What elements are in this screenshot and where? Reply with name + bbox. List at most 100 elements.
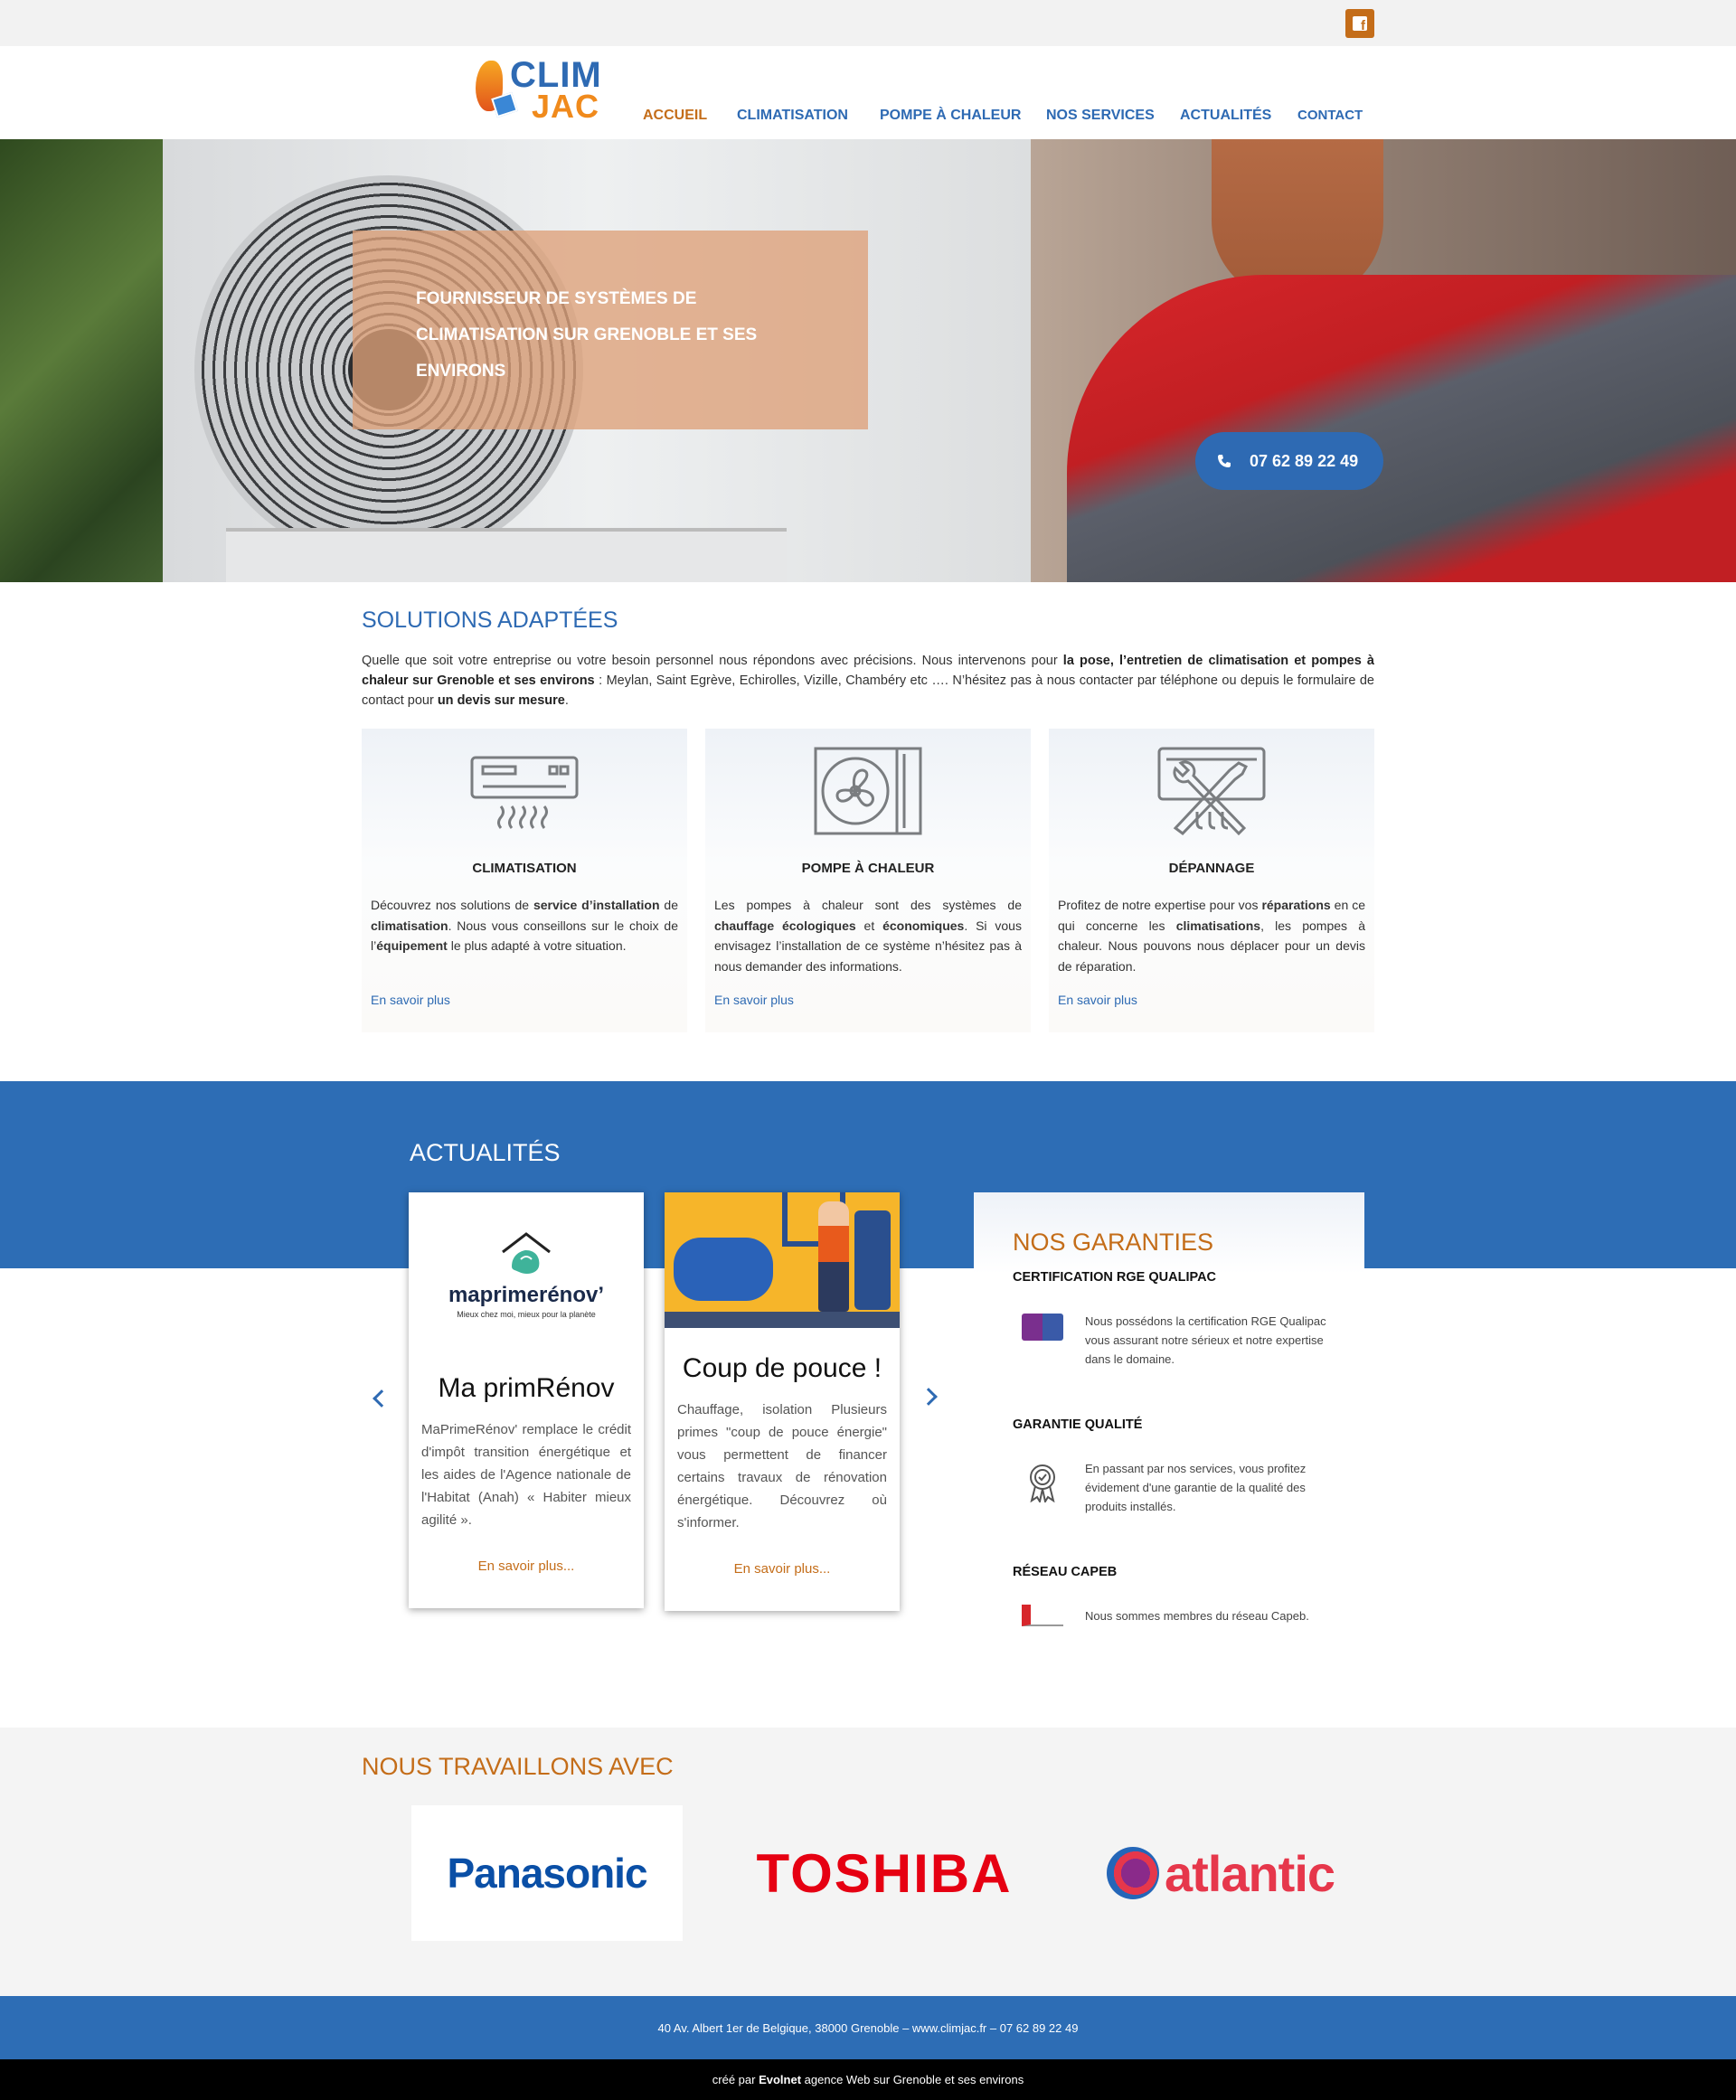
nav-climatisation[interactable]: CLIMATISATION [737,108,848,124]
capeb-logo-icon [1022,1605,1063,1626]
desc-bold: réparations [1261,898,1331,912]
intro-text-3: . [564,693,569,708]
desc-text: Découvrez nos solutions de [371,898,533,912]
news-title: Coup de pouce ! [682,1353,882,1383]
solutions-intro: Quelle que soit votre entreprise ou votr… [362,651,1374,711]
climjac-logo[interactable]: CLIM JAC [476,53,611,127]
partner-logo-toshiba: TOSHIBA [749,1805,1020,1941]
coup-de-pouce-illustration [665,1192,900,1328]
footer-spacer [0,1983,1736,1996]
hero-technician [1067,275,1736,582]
news-card-coup-de-pouce: Coup de pouce ! Chauffage, isolation Plu… [665,1192,900,1611]
toshiba-wordmark: TOSHIBA [756,1842,1013,1904]
garantie-heading: RÉSEAU CAPEB [1013,1565,1118,1579]
illustration-floor [665,1312,900,1328]
card-link-en-savoir-plus[interactable]: En savoir plus [714,993,794,1007]
actualites-section: ACTUALITÉS maprimerénov’ Mieux chez moi,… [0,1081,1736,1728]
card-title: CLIMATISATION [472,861,577,876]
garantie-desc: Nous sommes membres du réseau Capeb. [1085,1609,1309,1623]
actualites-title: ACTUALITÉS [410,1139,561,1166]
partners-section: NOUS TRAVAILLONS AVEC Panasonic TOSHIBA … [0,1728,1736,1983]
garantie-desc: En passant par nos services, vous profit… [1085,1462,1307,1513]
hero-caption-text: FOURNISSEUR DE SYSTÈMES DE CLIMATISATION… [416,289,758,381]
maprimerenov-wordmark: maprimerénov’ [448,1283,605,1307]
desc-bold: service d’installation [533,898,660,912]
maprimerenov-logo: maprimerénov’ Mieux chez moi, mieux pour… [409,1192,644,1328]
partners-title: NOUS TRAVAILLONS AVEC [362,1753,674,1780]
top-bar [0,0,1736,46]
nav-contact[interactable]: CONTACT [1297,108,1363,123]
news-desc: MaPrimeRénov' remplace le crédit d'impôt… [421,1422,631,1528]
phone-icon [1218,455,1231,467]
news-read-more-link[interactable]: En savoir plus... [665,1561,900,1577]
card-desc: Profitez de notre expertise pour vos rép… [1058,895,1365,976]
desc-bold: climatisation [371,918,448,933]
news-desc: Chauffage, isolation Plusieurs primes "c… [677,1402,887,1530]
service-card-depannage: DÉPANNAGE Profitez de notre expertise po… [1049,729,1374,1032]
carousel-prev-arrow-icon[interactable] [373,1389,391,1408]
garanties-title: NOS GARANTIES [1013,1229,1214,1256]
illustration-plumber [818,1201,849,1312]
carousel-next-arrow-icon[interactable] [920,1388,938,1406]
credit-text: agence Web sur Grenoble et ses environs [801,2073,1024,2086]
illustration-boiler [854,1210,891,1310]
illustration-tank [674,1238,773,1301]
card-title: POMPE À CHALEUR [801,861,935,876]
heat-pump-fan-icon [814,747,922,835]
atlantic-ring-icon [1106,1847,1159,1899]
garantie-rge-qualipac: CERTIFICATION RGE QUALIPAC Nous possédon… [1013,1270,1356,1366]
garantie-qualite: GARANTIE QUALITÉ En passant par nos serv… [1013,1417,1356,1513]
tools-repair-icon [1157,747,1266,836]
air-conditioner-icon [470,756,579,829]
news-title: Ma primRénov [438,1373,615,1403]
desc-bold: climatisations [1175,918,1261,933]
news-card-maprimerenov: maprimerénov’ Mieux chez moi, mieux pour… [409,1192,644,1608]
credit-brand-link[interactable]: Evolnet [759,2073,801,2086]
garantie-heading: CERTIFICATION RGE QUALIPAC [1013,1270,1217,1285]
footer-credit: créé par Evolnet agence Web sur Grenoble… [712,2073,1024,2086]
site-header: CLIM JAC ACCUEIL CLIMATISATION POMPE À C… [0,46,1736,139]
card-title: DÉPANNAGE [1168,861,1255,876]
card-link-en-savoir-plus[interactable]: En savoir plus [1058,993,1137,1007]
nav-actualites[interactable]: ACTUALITÉS [1180,108,1271,124]
intro-bold-2: un devis sur mesure [437,693,565,708]
partner-logo-panasonic: Panasonic [411,1805,683,1941]
house-leaf-icon [502,1232,551,1274]
rge-qualipac-badge-icon [1022,1314,1063,1341]
garantie-heading: GARANTIE QUALITÉ [1013,1417,1143,1432]
nav-accueil[interactable]: ACCUEIL [643,108,707,124]
desc-text: Profitez de notre expertise pour vos [1058,898,1262,912]
desc-text: et [855,918,883,933]
solutions-section: SOLUTIONS ADAPTÉES Quelle que soit votre… [0,582,1736,1081]
hero-unit-base [226,528,787,582]
hero-caption-box: FOURNISSEUR DE SYSTÈMES DE CLIMATISATION… [353,231,868,429]
nav-pompe-a-chaleur[interactable]: POMPE À CHALEUR [880,108,1021,124]
service-card-climatisation: CLIMATISATION Découvrez nos solutions de… [362,729,687,1032]
facebook-button[interactable] [1345,9,1374,38]
hero-banner: FOURNISSEUR DE SYSTÈMES DE CLIMATISATION… [0,139,1736,582]
intro-text-1: Quelle que soit votre entreprise ou votr… [362,654,1063,668]
nav-nos-services[interactable]: NOS SERVICES [1046,108,1155,124]
facebook-icon [1353,16,1367,33]
solutions-title: SOLUTIONS ADAPTÉES [362,607,618,633]
garantie-desc: Nous possédons la certification RGE Qual… [1085,1314,1326,1366]
partner-logo-atlantic: atlantic [1085,1805,1356,1941]
garanties-panel: NOS GARANTIES CERTIFICATION RGE QUALIPAC… [974,1192,1364,1626]
news-read-more-link[interactable]: En savoir plus... [409,1559,644,1574]
quality-medal-icon [1030,1464,1055,1502]
desc-bold: économiques [882,918,965,933]
panasonic-wordmark: Panasonic [447,1850,647,1897]
footer-credit-bar: créé par Evolnet agence Web sur Grenoble… [0,2059,1736,2100]
garantie-capeb: RÉSEAU CAPEB Nous sommes membres du rése… [1013,1565,1356,1626]
card-link-en-savoir-plus[interactable]: En savoir plus [371,993,450,1007]
phone-call-button[interactable]: 07 62 89 22 49 [1195,432,1383,490]
phone-number: 07 62 89 22 49 [1250,451,1359,470]
service-card-pompe-a-chaleur: POMPE À CHALEUR Les pompes à chaleur son… [705,729,1031,1032]
footer-address-bar: 40 Av. Albert 1er de Belgique, 38000 Gre… [0,1996,1736,2059]
desc-text: Les pompes à chaleur sont des systèmes d… [714,898,1022,912]
footer-address: 40 Av. Albert 1er de Belgique, 38000 Gre… [657,2020,1079,2035]
logo-text-jac: JAC [532,88,600,125]
desc-bold: chauffage écologiques [714,918,856,933]
credit-text: créé par [712,2073,760,2086]
desc-bold: équipement [376,938,448,953]
